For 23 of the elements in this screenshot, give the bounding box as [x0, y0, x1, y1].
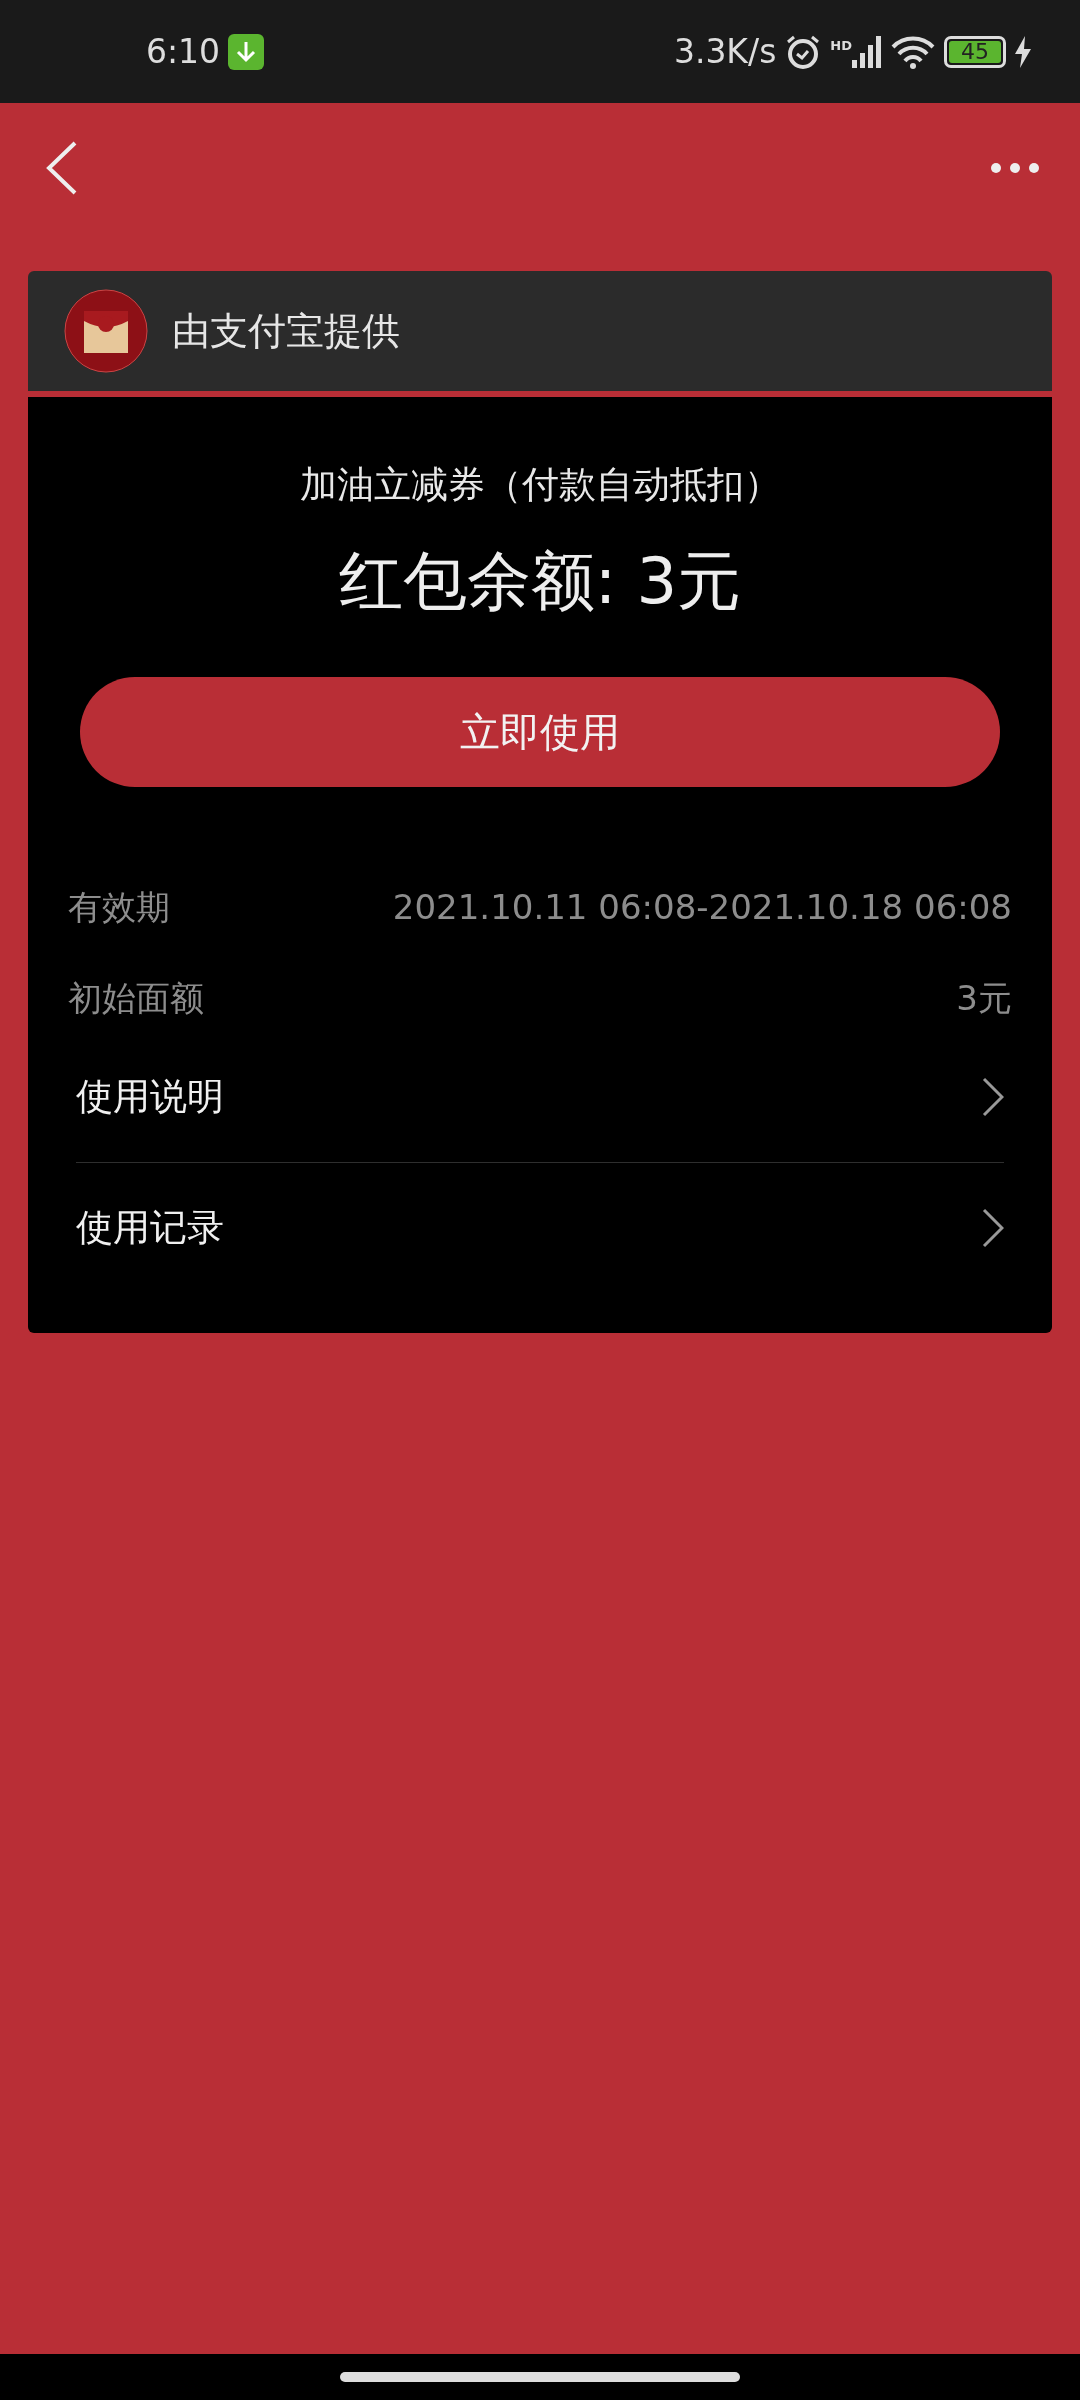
- network-speed: 3.3K/s: [673, 30, 777, 73]
- menu-row[interactable]: 使用说明: [68, 1031, 1012, 1162]
- battery-level: 45: [961, 40, 989, 63]
- voucher-title: 加油立减券（付款自动抵扣）: [298, 462, 782, 508]
- envelope-icon: [64, 289, 148, 373]
- chevron-icon: [982, 1076, 1004, 1117]
- detail-label: 初始面额: [68, 976, 204, 1020]
- network-type-label: HD: [830, 36, 852, 55]
- clock-time: 6:10: [146, 30, 221, 73]
- charging-icon: [1014, 35, 1032, 68]
- detail-value: 3元: [956, 976, 1012, 1020]
- balance-text: 红包余额: 3元: [337, 542, 743, 620]
- more-icon[interactable]: [990, 162, 1040, 174]
- use-now-button[interactable]: 立即使用: [80, 676, 1000, 787]
- provider-text: 由支付宝提供: [172, 307, 400, 355]
- chevron-icon: [982, 1207, 1004, 1248]
- download-icon: [228, 33, 265, 70]
- signal-icon: [852, 35, 882, 68]
- detail-label: 有效期: [68, 885, 170, 929]
- menu-row[interactable]: 使用记录: [68, 1162, 1012, 1293]
- wifi-icon: [890, 34, 936, 69]
- back-icon[interactable]: [45, 141, 79, 195]
- detail-value: 2021.10.11 06:08-2021.10.18 06:08: [392, 885, 1012, 929]
